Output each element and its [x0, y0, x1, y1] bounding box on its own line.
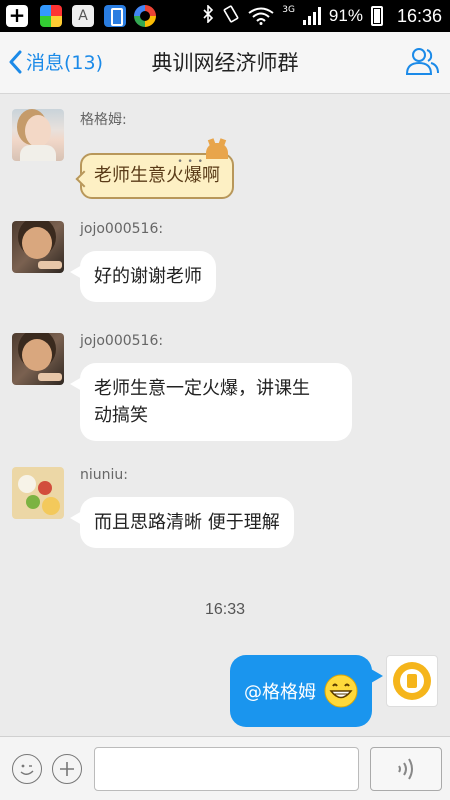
group-members-icon	[405, 48, 439, 75]
vibrate-icon	[222, 5, 240, 27]
sender-name: jojo000516:	[80, 221, 164, 237]
avatar[interactable]	[12, 467, 64, 519]
voice-button[interactable]	[370, 747, 442, 791]
own-avatar[interactable]	[386, 655, 438, 707]
avatar[interactable]	[12, 221, 64, 273]
avatar[interactable]	[12, 109, 64, 161]
battery-icon	[370, 6, 383, 26]
input-bar	[0, 736, 450, 800]
group-members-button[interactable]	[404, 46, 440, 78]
message-text-line1: 老师生意一定火爆，讲课生	[94, 378, 310, 399]
message-text-line2: 动搞笑	[94, 405, 148, 426]
network-type: 3G	[282, 5, 295, 15]
add-app-icon	[6, 3, 28, 27]
message-timestamp: 16:33	[204, 601, 246, 618]
message-input[interactable]	[94, 747, 359, 791]
bubble-decoration-dots: • • •	[177, 157, 204, 167]
signal-icon	[302, 7, 321, 25]
message-bubble[interactable]: 老师生意一定火爆，讲课生 动搞笑	[70, 363, 352, 441]
brand-logo-icon	[393, 662, 431, 700]
emoji-button[interactable]	[12, 754, 42, 784]
voice-icon	[398, 758, 413, 780]
plus-icon	[60, 762, 74, 776]
message-bubble[interactable]: • • • 老师生意火爆啊	[80, 143, 234, 199]
battery-percentage: 91%	[328, 6, 363, 25]
own-message-bubble[interactable]: @格格姆	[230, 655, 383, 727]
bluetooth-icon	[202, 4, 214, 27]
avatar[interactable]	[12, 333, 64, 385]
chat-area[interactable]: 格格姆: • • • 老师生意火爆啊 jojo000516: 好的谢谢老师 jo…	[0, 95, 450, 735]
status-time: 16:36	[396, 5, 442, 26]
message-text: 好的谢谢老师	[94, 266, 202, 287]
chat-header: 消息(13) 典训网经济师群	[0, 32, 450, 94]
back-label: 消息(13)	[26, 52, 104, 74]
font-app-icon: A	[72, 5, 94, 27]
chevron-left-icon	[9, 50, 22, 73]
wifi-icon	[248, 7, 274, 25]
phone-manager-icon	[104, 5, 126, 27]
status-bar: A 3G 91% 16:36	[0, 0, 450, 32]
sender-name: jojo000516:	[80, 333, 164, 349]
message-text: 而且思路清晰 便于理解	[94, 512, 280, 533]
sender-name: niuniu:	[80, 467, 128, 483]
back-button[interactable]: 消息(13)	[8, 48, 103, 75]
smiley-icon	[20, 764, 34, 775]
sender-name: 格格姆:	[80, 112, 127, 128]
browser-app-icon	[134, 5, 156, 27]
own-message-text: @格格姆	[244, 682, 316, 703]
message-bubble[interactable]: 好的谢谢老师	[70, 251, 216, 302]
more-options-button[interactable]	[52, 754, 82, 784]
cat-ear-icon	[206, 143, 228, 159]
game-center-icon	[40, 5, 62, 27]
message-bubble[interactable]: 而且思路清晰 便于理解	[70, 497, 294, 548]
grinning-face-icon	[324, 674, 358, 708]
